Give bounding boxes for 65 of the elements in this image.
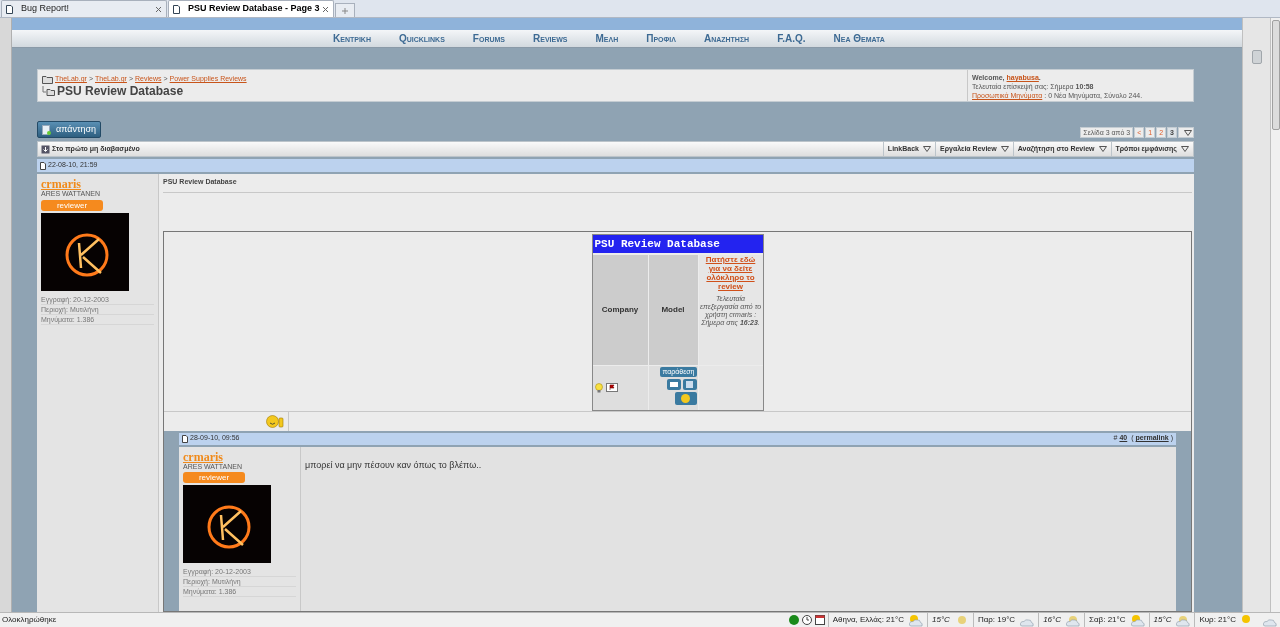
multi-quote-icon[interactable] <box>666 378 681 390</box>
post-icon <box>182 434 188 443</box>
status-text: Ολοκληρώθηκε <box>2 614 58 626</box>
close-icon[interactable] <box>155 5 162 13</box>
thread-title: PSU Review Database <box>57 84 184 97</box>
smiley-thanks-icon[interactable] <box>674 391 697 405</box>
edit-icon[interactable] <box>682 378 697 390</box>
nav-link[interactable]: Reviews <box>533 31 568 46</box>
column-header: Model <box>648 254 698 365</box>
weather-text: Αθηνα, Ελλάς: 21°C <box>832 614 904 626</box>
dropdown-caret-icon <box>1098 146 1107 152</box>
weather-text: 16°C <box>1043 614 1062 626</box>
full-review-link[interactable]: Πατήστε εδώ για να δείτε ολόκληρο το review <box>698 254 763 291</box>
nav-link[interactable]: Αναζητηση <box>703 31 750 46</box>
plus-icon <box>342 7 348 14</box>
weather-text: 15°C <box>1153 614 1172 626</box>
rank-badge: reviewer <box>41 199 103 211</box>
sun-cloud-icon <box>1129 613 1146 627</box>
weather-text: Παρ: 19°C <box>977 614 1016 626</box>
tab-title: Bug Report! <box>21 2 71 16</box>
scrollbar-thumb[interactable] <box>1251 50 1262 64</box>
page-icon <box>6 4 13 14</box>
table-heading: PSU Review Database <box>592 234 763 253</box>
folder-branch-icon <box>42 85 55 96</box>
globe-icon <box>788 615 799 625</box>
close-icon[interactable] <box>322 5 329 13</box>
document-icon <box>42 124 51 135</box>
moon-cloud-icon <box>1175 613 1192 627</box>
smiley-thumbs-up-icon <box>266 414 284 428</box>
lightbulb-icon <box>594 382 603 393</box>
nav-link[interactable]: F.A.Q. <box>777 31 806 46</box>
weather-text: Σαβ: 21°C <box>1089 614 1126 626</box>
nav-link[interactable]: Μελη <box>595 31 619 46</box>
dropdown-caret-icon <box>923 146 931 152</box>
post-icon <box>40 161 46 170</box>
post-message: μπορεί να μην πέσουν καν όπως το βλέπω.. <box>305 459 482 470</box>
page-menu-button[interactable] <box>1178 127 1194 138</box>
column-header: Company <box>592 254 648 365</box>
page-icon <box>173 4 180 14</box>
new-tab-button[interactable] <box>335 3 355 17</box>
folder-icon <box>42 74 53 84</box>
nav-link[interactable]: Προφιλ <box>646 31 676 46</box>
browser-scrollbar[interactable] <box>1270 18 1280 612</box>
moon-cloud-icon <box>1065 613 1082 627</box>
weather-text: 15°C <box>932 614 950 626</box>
browser-tab[interactable]: Bug Report! <box>1 0 167 17</box>
calendar-icon <box>814 615 825 625</box>
sun-cloud-icon <box>908 613 924 627</box>
nav-link[interactable]: Κεντρικη <box>333 31 371 46</box>
clock-icon <box>801 615 812 625</box>
dropdown-caret-icon <box>1000 146 1009 152</box>
nav-link[interactable]: Quicklinks <box>398 31 445 46</box>
dropdown-caret-icon <box>1181 146 1189 152</box>
nav-link[interactable]: Νεα Θεματα <box>833 31 885 46</box>
reply-button[interactable]: απάντηση <box>37 121 102 138</box>
browser-tab[interactable]: PSU Review Database - Page 3 <box>168 0 334 17</box>
dropdown-caret-icon <box>1184 129 1192 136</box>
rank-badge: reviewer <box>183 472 245 484</box>
arrow-down-icon <box>41 144 50 154</box>
nav-link[interactable]: Forums <box>472 31 505 46</box>
tab-title: PSU Review Database - Page 3 <box>188 2 321 16</box>
page-scrollbar[interactable] <box>1242 18 1270 612</box>
flag-icon[interactable] <box>605 383 618 392</box>
scrollbar-thumb[interactable] <box>1271 20 1280 130</box>
weather-text: Κυρ: 21°C <box>1199 614 1236 626</box>
